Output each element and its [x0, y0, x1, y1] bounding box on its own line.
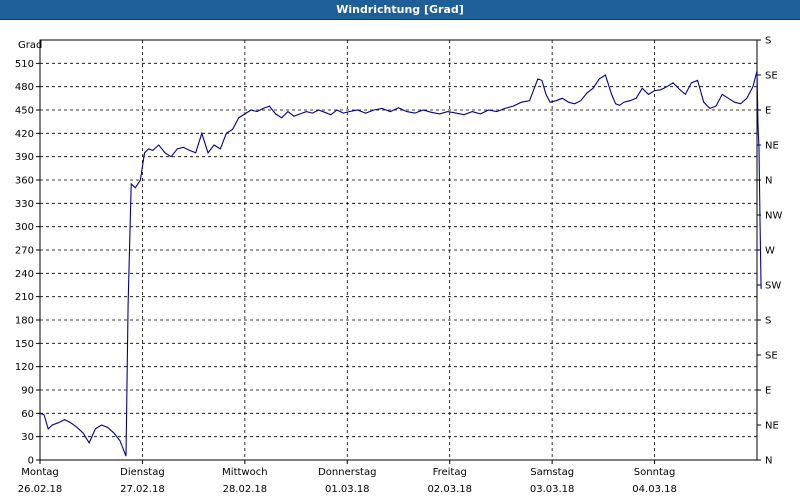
x-tick-label-date: 03.03.18 — [530, 484, 575, 495]
right-tick-label: E — [765, 386, 771, 397]
right-tick-label: SE — [765, 351, 778, 362]
right-tick-label: W — [765, 246, 775, 257]
y-tick-label: 180 — [15, 316, 34, 327]
wind-direction-chart: 0 30 60 90 120 150 180 210 240 270 300 330 360 390 420… — [15, 36, 783, 496]
y-tick-label: 90 — [21, 386, 34, 397]
right-tick-label: S — [765, 36, 771, 47]
y-tick-label: 30 — [21, 432, 34, 443]
x-tick-label-day: Dienstag — [120, 467, 165, 478]
x-tick-label-day: Samstag — [530, 467, 574, 478]
x-tick-label-date: 04.03.18 — [632, 484, 677, 495]
y-tick-label: 150 — [15, 339, 34, 350]
x-tick-label-date: 01.03.18 — [325, 484, 370, 495]
x-tick-label-day: Donnerstag — [318, 467, 376, 478]
x-tick-label-date: 28.02.18 — [223, 484, 268, 495]
y-tick-label: 480 — [15, 82, 34, 93]
y-tick-label: 510 — [15, 59, 34, 70]
right-tick-label: SW — [765, 281, 781, 292]
right-tick-label: NW — [765, 211, 782, 222]
right-tick-label: SE — [765, 71, 778, 82]
y-tick-label: 450 — [15, 106, 34, 117]
x-tick-label-day: Sonntag — [634, 467, 676, 478]
right-tick-label: E — [765, 106, 771, 117]
x-tick-label-day: Mittwoch — [222, 467, 267, 478]
y-axis-label: Grad — [18, 40, 42, 51]
right-tick-label: S — [765, 316, 771, 327]
x-tick-label-day: Montag — [21, 467, 58, 478]
y-tick-label: 360 — [15, 176, 34, 187]
y-tick-label: 300 — [15, 222, 34, 233]
x-tick-label-day: Freitag — [433, 467, 467, 478]
x-tick-label-date: 02.03.18 — [427, 484, 472, 495]
y-tick-label: 270 — [15, 246, 34, 257]
chart-window: Windrichtung [Grad] 0 30 60 90 120 150 180 210 2… — [0, 0, 800, 500]
right-tick-label: NE — [765, 421, 779, 432]
right-tick-label: N — [765, 456, 772, 467]
y-tick-label: 120 — [15, 362, 34, 373]
y-tick-label: 240 — [15, 269, 34, 280]
y-tick-label: 420 — [15, 129, 34, 140]
y-tick-label: 390 — [15, 152, 34, 163]
y-tick-label: 60 — [21, 409, 34, 420]
x-tick-label-date: 26.02.18 — [18, 484, 63, 495]
plot-area — [39, 39, 758, 461]
right-tick-label: NE — [765, 141, 779, 152]
y-tick-label: 0 — [28, 456, 34, 467]
y-tick-label: 330 — [15, 199, 34, 210]
y-tick-label: 210 — [15, 292, 34, 303]
x-tick-label-date: 27.02.18 — [120, 484, 165, 495]
right-tick-label: N — [765, 176, 772, 187]
